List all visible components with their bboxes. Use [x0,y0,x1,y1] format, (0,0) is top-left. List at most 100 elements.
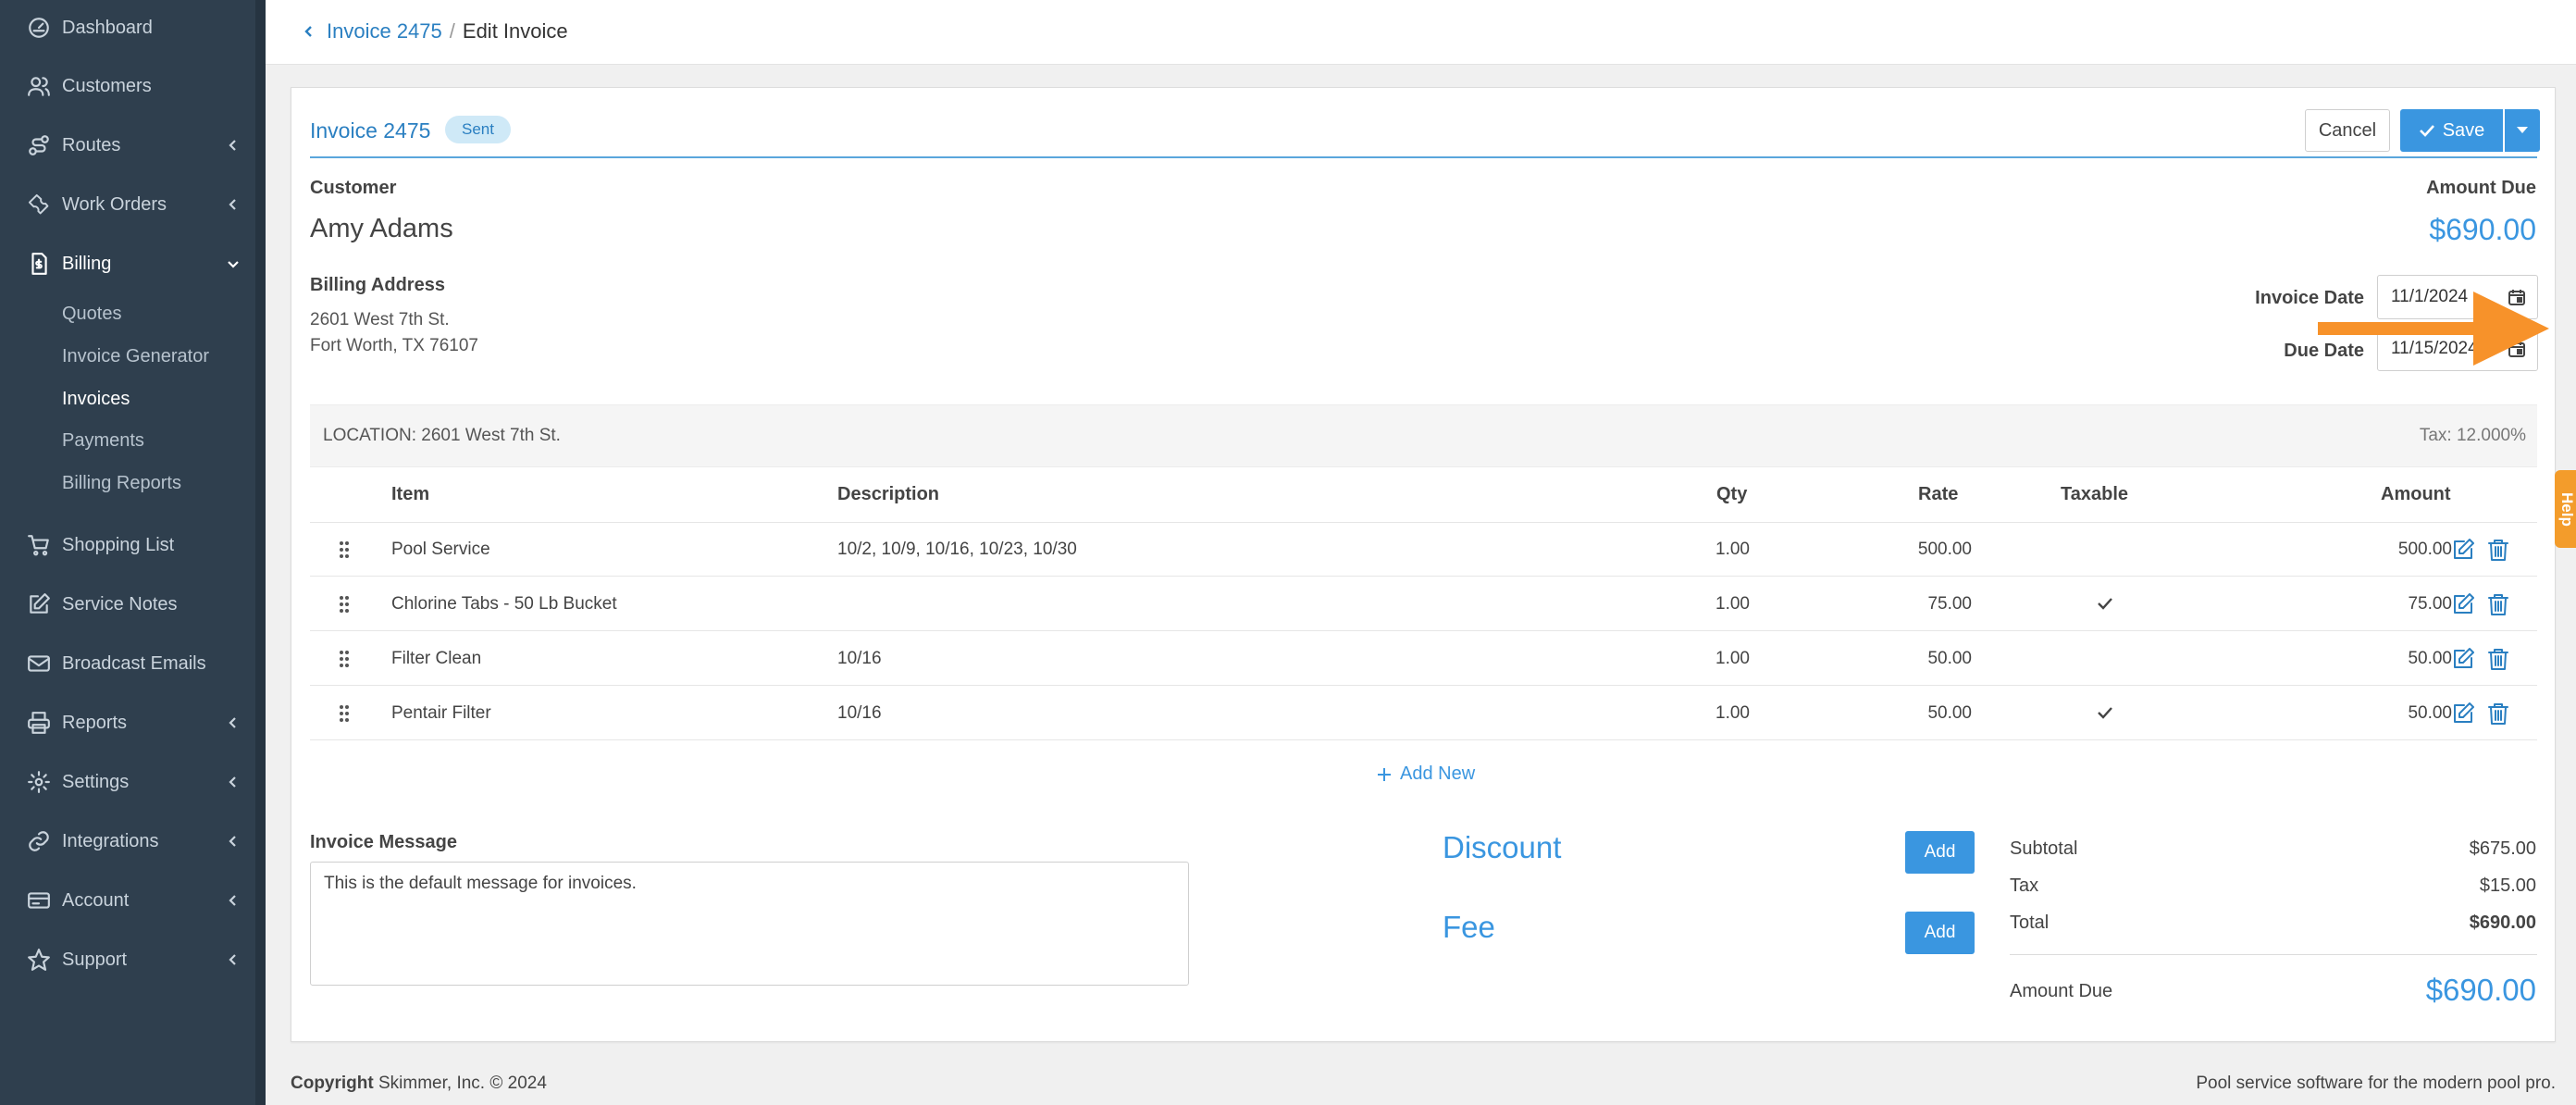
wrench-icon [25,191,53,218]
footer-tagline: Pool service software for the modern poo… [2196,1074,2556,1093]
breadcrumb-separator: / [449,19,455,43]
sidebar-item-label: Support [62,949,128,970]
help-label: Help [2558,491,2576,527]
chevron-left-icon [226,715,241,730]
total-label: Total [2010,913,2050,933]
add-new-line-button[interactable]: Add New [1376,764,1475,785]
sidebar-subitem-quotes[interactable]: Quotes [62,299,121,329]
sidebar-item-support[interactable]: Support [0,932,255,987]
breadcrumb-parent-link[interactable]: Invoice 2475 [327,19,442,43]
trash-icon[interactable] [2486,592,2510,616]
help-tab[interactable]: Help [2555,470,2576,548]
sidebar-item-customers[interactable]: Customers [0,58,255,114]
add-discount-button[interactable]: Add [1905,831,1975,874]
sidebar: Dashboard Customers Routes Work Orders B… [0,0,266,1105]
table-row: Pentair Filter 10/16 1.00 50.00 50.00 [310,687,2537,740]
sidebar-item-billing[interactable]: Billing [0,236,255,292]
top-bar: Invoice 2475 / Edit Invoice [266,0,2576,65]
row-rate: 500.00 [1917,540,1972,559]
tax-value: $15.00 [2479,875,2536,896]
row-qty: 1.00 [1715,594,1750,614]
chevron-left-icon[interactable] [303,22,321,41]
routes-icon [25,131,53,159]
amount-due-label: Amount Due [2426,178,2536,198]
customer-name: Amy Adams [310,214,453,243]
sidebar-subitem-payments[interactable]: Payments [62,426,144,455]
invoice-message-input[interactable]: This is the default message for invoices… [310,862,1189,986]
chevron-left-icon [226,952,241,967]
billing-address-label: Billing Address [310,275,445,295]
drag-handle-icon[interactable] [338,540,351,560]
sidebar-subitem-invoices[interactable]: Invoices [62,384,130,414]
link-icon [25,827,53,855]
total-value: $690.00 [2469,913,2536,933]
sidebar-item-reports[interactable]: Reports [0,695,255,751]
sidebar-item-routes[interactable]: Routes [0,118,255,173]
row-description: 10/16 [837,649,882,668]
row-item: Pool Service [391,540,490,559]
trash-icon[interactable] [2486,538,2510,562]
drag-handle-icon[interactable] [338,594,351,615]
dashboard-icon [25,14,53,42]
sidebar-item-account[interactable]: Account [0,873,255,928]
save-button-label: Save [2442,119,2485,141]
chevron-left-icon [226,834,241,849]
edit-icon[interactable] [2451,701,2475,726]
row-amount: 500.00 [2397,540,2452,559]
row-amount: 50.00 [2408,703,2452,723]
sidebar-item-label: Routes [62,134,121,155]
sidebar-item-label: Account [62,889,130,911]
sidebar-item-label: Reports [62,712,128,733]
drag-handle-icon[interactable] [338,649,351,669]
sidebar-subitem-billing-reports[interactable]: Billing Reports [62,468,181,498]
header-divider [310,156,2537,158]
sidebar-item-label: Billing [62,253,112,274]
location-bar: LOCATION: 2601 West 7th St. Tax: 12.000% [310,404,2537,467]
save-options-dropdown[interactable] [2505,109,2540,152]
fee-label: Fee [1443,910,1495,944]
row-description: 10/2, 10/9, 10/16, 10/23, 10/30 [837,540,1077,559]
sidebar-item-label: Dashboard [62,17,153,38]
location-text: LOCATION: 2601 West 7th St. [323,426,561,445]
copyright-text: Skimmer, Inc. © 2024 [378,1074,547,1093]
annotation-arrow-icon [2318,292,2549,366]
save-button[interactable]: Save [2400,109,2503,152]
subtotal-value: $675.00 [2469,838,2536,859]
amount-due-bottom-value: $690.00 [2425,973,2536,1007]
sidebar-item-broadcast-emails[interactable]: Broadcast Emails [0,636,255,691]
taxable-check-icon [2096,703,2114,722]
trash-icon[interactable] [2486,647,2510,671]
copyright-label: Copyright [291,1074,374,1093]
edit-icon[interactable] [2451,592,2475,616]
chevron-left-icon [226,138,241,153]
sidebar-item-integrations[interactable]: Integrations [0,813,255,869]
subtotal-label: Subtotal [2010,838,2078,859]
footer: Copyright Skimmer, Inc. © 2024 Pool serv… [266,1064,2576,1105]
edit-icon[interactable] [2451,538,2475,562]
row-amount: 50.00 [2408,649,2452,668]
edit-icon[interactable] [2451,647,2475,671]
sidebar-item-service-notes[interactable]: Service Notes [0,577,255,632]
sidebar-item-label: Customers [62,75,152,96]
sidebar-item-settings[interactable]: Settings [0,754,255,810]
sidebar-item-dashboard[interactable]: Dashboard [0,0,255,56]
status-badge: Sent [445,116,511,143]
customer-label: Customer [310,178,397,198]
sidebar-item-shopping-list[interactable]: Shopping List [0,517,255,573]
column-header-amount: Amount [2381,484,2451,504]
cart-icon [25,531,53,559]
row-rate: 50.00 [1927,703,1972,723]
sidebar-item-label: Service Notes [62,593,178,615]
sidebar-subitem-invoice-generator[interactable]: Invoice Generator [62,341,209,371]
sidebar-item-work-orders[interactable]: Work Orders [0,177,255,232]
star-icon [25,946,53,974]
tax-label: Tax [2010,875,2039,896]
row-qty: 1.00 [1715,649,1750,668]
trash-icon[interactable] [2486,701,2510,726]
add-fee-button[interactable]: Add [1905,912,1975,954]
chevron-left-icon [226,893,241,908]
cancel-button[interactable]: Cancel [2305,109,2390,152]
row-rate: 75.00 [1927,594,1972,614]
drag-handle-icon[interactable] [338,703,351,724]
row-item: Pentair Filter [391,703,491,723]
